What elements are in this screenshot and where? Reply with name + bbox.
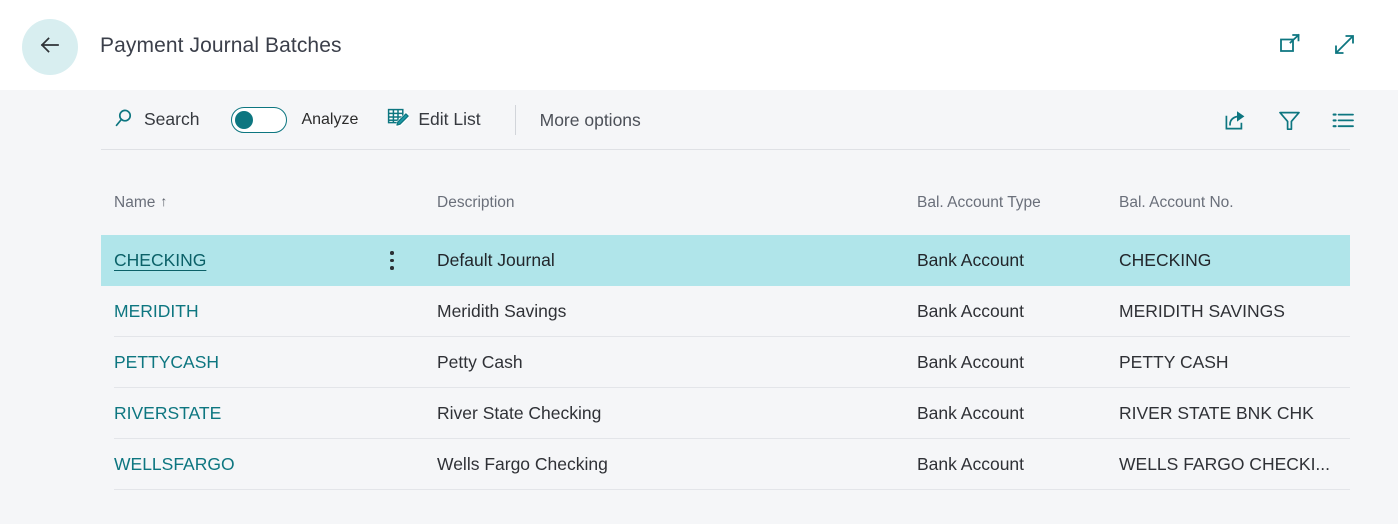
command-toolbar: Search Analyze Edit List More options bbox=[0, 90, 1398, 150]
row-name-link[interactable]: RIVERSTATE bbox=[114, 403, 221, 423]
cell-description[interactable]: River State Checking bbox=[419, 403, 909, 424]
sort-ascending-icon: ↑ bbox=[160, 193, 168, 209]
row-name-link[interactable]: MERIDITH bbox=[114, 301, 199, 321]
share-icon[interactable] bbox=[1222, 107, 1248, 133]
title-bar: Payment Journal Batches bbox=[0, 0, 1398, 90]
cell-description[interactable]: Petty Cash bbox=[419, 352, 909, 373]
cell-bal-account-no[interactable]: MERIDITH SAVINGS bbox=[1116, 301, 1350, 322]
column-header-description[interactable]: Description bbox=[419, 190, 909, 212]
cell-name[interactable]: RIVERSTATE bbox=[101, 403, 419, 424]
column-header-bal-account-type[interactable]: Bal. Account Type bbox=[909, 190, 1116, 212]
cell-bal-account-type[interactable]: Bank Account bbox=[909, 403, 1116, 424]
cell-bal-account-type[interactable]: Bank Account bbox=[909, 352, 1116, 373]
edit-list-icon bbox=[386, 106, 411, 134]
analyze-toggle[interactable] bbox=[231, 107, 288, 133]
edit-list-label: Edit List bbox=[418, 109, 481, 130]
table-row[interactable]: RIVERSTATE River State Checking Bank Acc… bbox=[101, 388, 1350, 439]
analyze-toggle-knob bbox=[235, 110, 254, 129]
cell-name[interactable]: PETTYCASH bbox=[101, 352, 419, 373]
list-view-icon[interactable] bbox=[1330, 107, 1356, 133]
open-in-new-window-icon[interactable] bbox=[1276, 30, 1304, 58]
row-name-link[interactable]: WELLSFARGO bbox=[114, 454, 235, 474]
cell-bal-account-no[interactable]: RIVER STATE BNK CHK bbox=[1116, 403, 1350, 424]
cell-description[interactable]: Meridith Savings bbox=[419, 301, 909, 322]
page-title: Payment Journal Batches bbox=[100, 34, 342, 57]
cell-description[interactable]: Default Journal bbox=[419, 250, 909, 271]
row-name-link[interactable]: PETTYCASH bbox=[114, 352, 219, 372]
table-row[interactable]: MERIDITH Meridith Savings Bank Account M… bbox=[101, 286, 1350, 337]
table-row[interactable]: PETTYCASH Petty Cash Bank Account PETTY … bbox=[101, 337, 1350, 388]
edit-list-button[interactable]: Edit List bbox=[376, 98, 490, 142]
arrow-left-icon bbox=[37, 32, 63, 63]
toolbar-left-group: Search Analyze Edit List More options bbox=[103, 90, 647, 150]
toolbar-separator bbox=[101, 149, 1350, 150]
cell-name[interactable]: MERIDITH bbox=[101, 301, 419, 322]
column-header-name-label: Name bbox=[114, 194, 156, 211]
cell-bal-account-type[interactable]: Bank Account bbox=[909, 301, 1116, 322]
column-header-name[interactable]: Name ↑ bbox=[101, 190, 419, 212]
row-separator bbox=[114, 489, 1350, 490]
toolbar-divider bbox=[514, 105, 516, 135]
row-actions-kebab-icon[interactable] bbox=[383, 250, 401, 271]
cell-bal-account-no[interactable]: WELLS FARGO CHECKI... bbox=[1116, 454, 1350, 475]
search-button[interactable]: Search bbox=[103, 98, 209, 142]
search-label: Search bbox=[144, 109, 200, 130]
app-window: Payment Journal Batches Search Analyze E… bbox=[0, 0, 1398, 524]
table-header-row: Name ↑ Description Bal. Account Type Bal.… bbox=[101, 190, 1350, 235]
filter-icon[interactable] bbox=[1276, 107, 1302, 133]
analyze-label: Analyze bbox=[301, 111, 359, 128]
row-name-link[interactable]: CHECKING bbox=[114, 250, 206, 270]
expand-icon[interactable] bbox=[1330, 30, 1358, 58]
cell-bal-account-type[interactable]: Bank Account bbox=[909, 250, 1116, 271]
back-button[interactable] bbox=[22, 19, 78, 75]
cell-bal-account-type[interactable]: Bank Account bbox=[909, 454, 1116, 475]
table-row[interactable]: CHECKING Default Journal Bank Account CH… bbox=[101, 235, 1350, 286]
toolbar-right-group bbox=[1222, 90, 1356, 150]
search-icon bbox=[113, 107, 135, 134]
cell-bal-account-no[interactable]: CHECKING bbox=[1116, 250, 1350, 271]
analyze-toggle-group[interactable]: Analyze bbox=[231, 107, 358, 133]
cell-name[interactable]: WELLSFARGO bbox=[101, 454, 419, 475]
cell-name[interactable]: CHECKING bbox=[101, 250, 419, 271]
column-header-bal-account-no[interactable]: Bal. Account No. bbox=[1116, 190, 1350, 212]
title-bar-actions bbox=[1276, 30, 1358, 58]
cell-bal-account-no[interactable]: PETTY CASH bbox=[1116, 352, 1350, 373]
bal-account-no-lookup[interactable]: CHECKING bbox=[1119, 250, 1212, 271]
cell-description[interactable]: Wells Fargo Checking bbox=[419, 454, 909, 475]
batches-table: Name ↑ Description Bal. Account Type Bal.… bbox=[101, 190, 1350, 490]
table-row[interactable]: WELLSFARGO Wells Fargo Checking Bank Acc… bbox=[101, 439, 1350, 490]
more-options-button[interactable]: More options bbox=[534, 110, 647, 131]
